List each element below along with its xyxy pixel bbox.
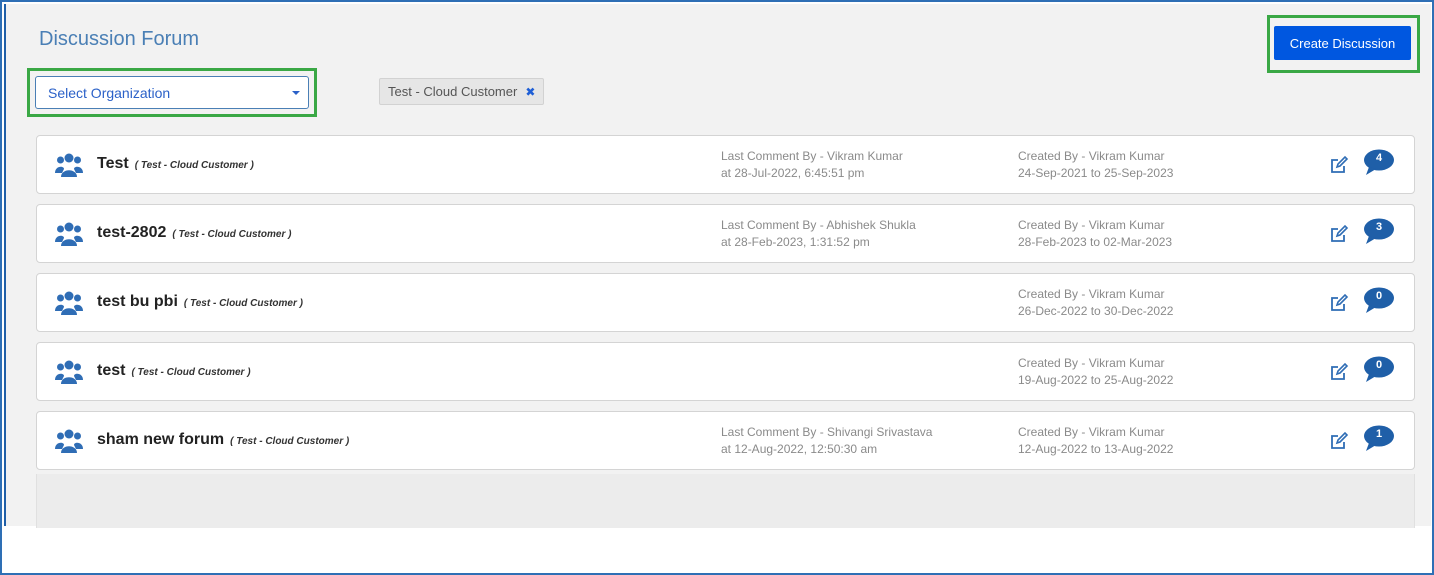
created-by: Created By - Vikram Kumar <box>1018 287 1165 301</box>
discussion-row[interactable]: test bu pbi ( Test - Cloud Customer ) Cr… <box>36 273 1415 332</box>
created-info: Created By - Vikram Kumar 26-Dec-2022 to… <box>1018 286 1173 320</box>
comment-count: 3 <box>1375 221 1383 233</box>
comment-bubble-icon[interactable]: 0 <box>1363 287 1395 315</box>
created-info: Created By - Vikram Kumar 24-Sep-2021 to… <box>1018 148 1173 182</box>
create-discussion-button[interactable]: Create Discussion <box>1274 26 1411 60</box>
users-group-icon <box>55 360 83 384</box>
created-by: Created By - Vikram Kumar <box>1018 356 1165 370</box>
edit-icon[interactable] <box>1329 224 1349 244</box>
discussion-title-group: Test ( Test - Cloud Customer ) <box>97 155 254 173</box>
last-comment-info: Last Comment By - Vikram Kumar at 28-Jul… <box>721 148 903 182</box>
discussion-row[interactable]: test ( Test - Cloud Customer ) Created B… <box>36 342 1415 401</box>
last-comment-info: Last Comment By - Abhishek Shukla at 28-… <box>721 217 916 251</box>
last-comment-by: Last Comment By - Abhishek Shukla <box>721 218 916 232</box>
page-title: Discussion Forum <box>39 28 200 50</box>
date-range: 28-Feb-2023 to 02-Mar-2023 <box>1018 235 1173 249</box>
discussion-title[interactable]: test-2802 <box>97 224 166 242</box>
discussion-organization: ( Test - Cloud Customer ) <box>183 298 303 309</box>
last-comment-by: Last Comment By - Shivangi Srivastava <box>721 425 933 439</box>
users-group-icon <box>55 153 83 177</box>
comment-bubble-icon[interactable]: 1 <box>1363 425 1395 453</box>
caret-down-icon <box>292 91 300 95</box>
created-by: Created By - Vikram Kumar <box>1018 149 1165 163</box>
discussion-title[interactable]: Test <box>97 155 129 173</box>
discussion-organization: ( Test - Cloud Customer ) <box>230 436 350 447</box>
forum-panel: Discussion Forum Create Discussion Selec… <box>4 4 1431 528</box>
comment-bubble-icon[interactable]: 3 <box>1363 218 1395 246</box>
date-range: 26-Dec-2022 to 30-Dec-2022 <box>1018 304 1174 318</box>
date-range: 19-Aug-2022 to 25-Aug-2022 <box>1018 373 1174 387</box>
users-group-icon <box>55 222 83 246</box>
edit-icon[interactable] <box>1329 155 1349 175</box>
discussion-title-group: test-2802 ( Test - Cloud Customer ) <box>97 224 291 242</box>
discussion-row[interactable]: test-2802 ( Test - Cloud Customer ) Last… <box>36 204 1415 263</box>
comment-count: 0 <box>1375 359 1383 371</box>
discussion-title[interactable]: test <box>97 362 125 380</box>
organization-filter-chip: Test - Cloud Customer ✖ <box>379 78 545 105</box>
comment-count: 4 <box>1375 152 1383 164</box>
comment-bubble-icon[interactable]: 4 <box>1363 149 1395 177</box>
discussion-title-group: sham new forum ( Test - Cloud Customer ) <box>97 431 349 449</box>
edit-icon[interactable] <box>1329 431 1349 451</box>
date-range: 12-Aug-2022 to 13-Aug-2022 <box>1018 442 1174 456</box>
close-icon[interactable]: ✖ <box>525 86 535 98</box>
discussion-title[interactable]: test bu pbi <box>97 293 178 311</box>
discussion-organization: ( Test - Cloud Customer ) <box>172 229 292 240</box>
app-frame: Discussion Forum Create Discussion Selec… <box>0 0 1434 575</box>
edit-icon[interactable] <box>1329 293 1349 313</box>
discussion-row[interactable]: sham new forum ( Test - Cloud Customer )… <box>36 411 1415 470</box>
users-group-icon <box>55 291 83 315</box>
discussion-organization: ( Test - Cloud Customer ) <box>134 160 254 171</box>
discussion-title-group: test ( Test - Cloud Customer ) <box>97 362 251 380</box>
list-footer-area <box>36 474 1415 528</box>
comment-bubble-icon[interactable]: 0 <box>1363 356 1395 384</box>
created-info: Created By - Vikram Kumar 12-Aug-2022 to… <box>1018 424 1173 458</box>
last-comment-at: at 28-Jul-2022, 6:45:51 pm <box>721 166 865 180</box>
discussion-row[interactable]: Test ( Test - Cloud Customer ) Last Comm… <box>36 135 1415 194</box>
organization-select-label: Select Organization <box>48 84 171 101</box>
discussion-title-group: test bu pbi ( Test - Cloud Customer ) <box>97 293 303 311</box>
organization-select-highlight: Select Organization <box>27 68 317 117</box>
create-button-highlight: Create Discussion <box>1267 15 1420 73</box>
chip-label: Test - Cloud Customer <box>388 84 518 99</box>
last-comment-info: Last Comment By - Shivangi Srivastava at… <box>721 424 932 458</box>
edit-icon[interactable] <box>1329 362 1349 382</box>
created-by: Created By - Vikram Kumar <box>1018 425 1165 439</box>
created-info: Created By - Vikram Kumar 28-Feb-2023 to… <box>1018 217 1172 251</box>
organization-select[interactable]: Select Organization <box>35 76 309 109</box>
users-group-icon <box>55 429 83 453</box>
last-comment-at: at 28-Feb-2023, 1:31:52 pm <box>721 235 870 249</box>
created-by: Created By - Vikram Kumar <box>1018 218 1165 232</box>
date-range: 24-Sep-2021 to 25-Sep-2023 <box>1018 166 1174 180</box>
created-info: Created By - Vikram Kumar 19-Aug-2022 to… <box>1018 355 1173 389</box>
last-comment-by: Last Comment By - Vikram Kumar <box>721 149 903 163</box>
discussion-organization: ( Test - Cloud Customer ) <box>131 367 251 378</box>
discussion-title[interactable]: sham new forum <box>97 431 224 449</box>
comment-count: 1 <box>1375 428 1383 440</box>
comment-count: 0 <box>1375 290 1383 302</box>
last-comment-at: at 12-Aug-2022, 12:50:30 am <box>721 442 878 456</box>
